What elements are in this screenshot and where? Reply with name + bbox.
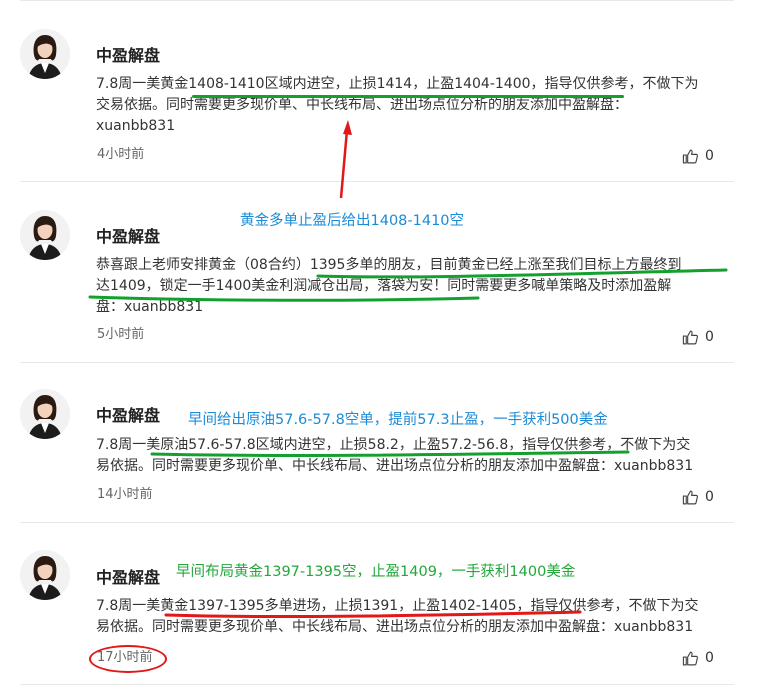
post-content: 恭喜跟上老师安排黄金（08合约）1395多单的朋友，目前黄金已经上涨至我们目标上… bbox=[96, 255, 736, 318]
thumbs-up-icon bbox=[682, 330, 698, 344]
highlight-underline bbox=[192, 95, 624, 98]
author-name[interactable]: 中盈解盘 bbox=[96, 227, 160, 247]
post-time: 4小时前 bbox=[97, 147, 145, 162]
annotation-note: 早间给出原油57.6-57.8空单，提前57.3止盈，一手获利500美金 bbox=[188, 412, 608, 428]
avatar-woman-icon bbox=[20, 210, 70, 260]
avatar[interactable] bbox=[20, 29, 70, 79]
post-content: 7.8周一美黄金1397-1395多单进场，止损1391，止盈1402-1405… bbox=[96, 596, 736, 638]
like-count: 0 bbox=[705, 650, 714, 666]
post-content-line: 易依据。同时需要更多现价单、中长线布局、进出场点位分析的朋友添加中盈解盘：xua… bbox=[96, 458, 694, 474]
like-button[interactable]: 0 bbox=[682, 146, 714, 166]
avatar[interactable] bbox=[20, 389, 70, 439]
post-time: 5小时前 bbox=[97, 327, 145, 342]
avatar-woman-icon bbox=[20, 29, 70, 79]
post-content: 7.8周一美原油57.6-57.8区域内进空，止损58.2，止盈57.2-56.… bbox=[96, 435, 736, 477]
author-name[interactable]: 中盈解盘 bbox=[96, 406, 160, 426]
divider bbox=[20, 684, 734, 685]
like-count: 0 bbox=[705, 329, 714, 345]
post-time: 14小时前 bbox=[97, 487, 153, 502]
post-content-line: 7.8周一美原油57.6-57.8区域内进空，止损58.2，止盈57.2-56.… bbox=[96, 437, 691, 453]
post-content-line: 盘：xuanbb831 bbox=[96, 299, 204, 315]
divider bbox=[20, 362, 734, 363]
divider bbox=[20, 0, 734, 1]
author-name[interactable]: 中盈解盘 bbox=[96, 568, 160, 588]
post-content-line: 易依据。同时需要更多现价单、中长线布局、进出场点位分析的朋友添加中盈解盘：xua… bbox=[96, 619, 694, 635]
post-time: 17小时前 bbox=[97, 650, 153, 665]
avatar-woman-icon bbox=[20, 550, 70, 600]
divider bbox=[20, 522, 734, 523]
like-button[interactable]: 0 bbox=[682, 487, 714, 507]
comment-feed: 中盈解盘 7.8周一美黄金1408-1410区域内进空，止损1414，止盈140… bbox=[0, 0, 758, 690]
annotation-note: 早间布局黄金1397-1395空，止盈1409，一手获利1400美金 bbox=[176, 564, 576, 580]
like-button[interactable]: 0 bbox=[682, 648, 714, 668]
author-name[interactable]: 中盈解盘 bbox=[96, 46, 160, 66]
post-content-line: 7.8周一美黄金1408-1410区域内进空，止损1414，止盈1404-140… bbox=[96, 76, 699, 92]
avatar[interactable] bbox=[20, 210, 70, 260]
avatar[interactable] bbox=[20, 550, 70, 600]
post-content-line: xuanbb831 bbox=[96, 118, 176, 134]
like-button[interactable]: 0 bbox=[682, 327, 714, 347]
post-content-line: 7.8周一美黄金1397-1395多单进场，止损1391，止盈1402-1405… bbox=[96, 598, 699, 614]
thumbs-up-icon bbox=[682, 651, 698, 665]
thumbs-up-icon bbox=[682, 149, 698, 163]
like-count: 0 bbox=[705, 148, 714, 164]
post-content-line: 恭喜跟上老师安排黄金（08合约）1395多单的朋友，目前黄金已经上涨至我们目标上… bbox=[96, 257, 682, 273]
post-content-line: 交易依据。同时需要更多现价单、中长线布局、进出场点位分析的朋友添加中盈解盘： bbox=[96, 97, 628, 113]
post-content: 7.8周一美黄金1408-1410区域内进空，止损1414，止盈1404-140… bbox=[96, 74, 736, 137]
divider bbox=[20, 181, 734, 182]
annotation-note: 黄金多单止盈后给出1408-1410空 bbox=[240, 213, 465, 229]
like-count: 0 bbox=[705, 489, 714, 505]
avatar-woman-icon bbox=[20, 389, 70, 439]
post-content-line: 达1409，锁定一手1400美金利润减仓出局，落袋为安！同时需要更多喊单策略及时… bbox=[96, 278, 672, 294]
thumbs-up-icon bbox=[682, 490, 698, 504]
